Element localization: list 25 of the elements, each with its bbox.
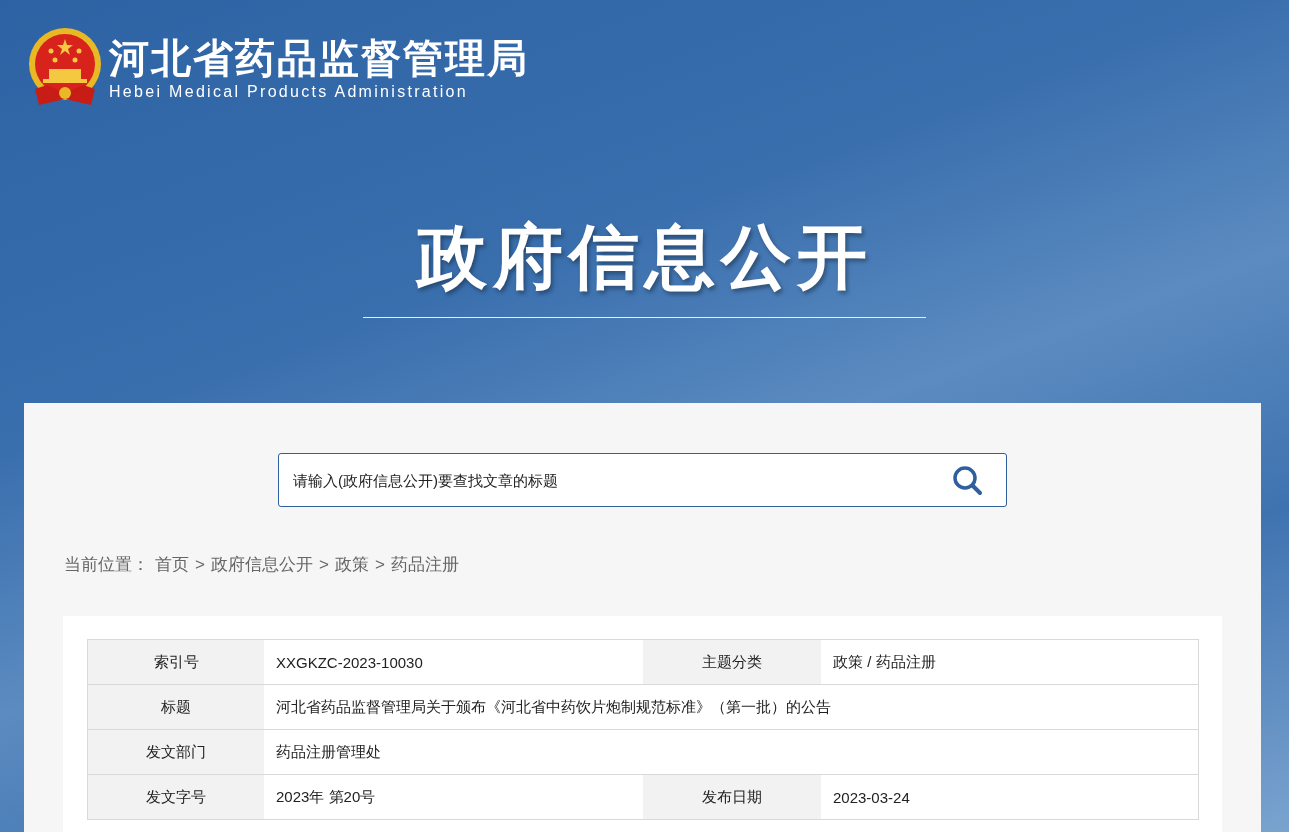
search-field[interactable]: 请输入(政府信息公开)要查找文章的标题: [278, 453, 1007, 507]
field-label: 发文部门: [88, 730, 264, 774]
field-value: 药品注册管理处: [275, 741, 382, 762]
field-value: 政策 / 药品注册: [832, 651, 937, 672]
banner-title: 政府信息公开: [416, 217, 873, 297]
site-subtitle: Hebei Medical Products Administration: [109, 83, 469, 101]
breadcrumb-separator: >: [374, 554, 385, 575]
breadcrumb-link[interactable]: 政策: [334, 553, 369, 576]
field-value: 河北省药品监督管理局关于颁布《河北省中药饮片炮制规范标准》（第一批）的公告: [275, 696, 832, 717]
breadcrumb-link[interactable]: 药品注册: [390, 553, 459, 576]
field-label: 主题分类: [643, 640, 821, 684]
field-value: XXGKZC-2023-10030: [275, 652, 424, 673]
field-value: 2023-03-24: [832, 787, 911, 808]
breadcrumb-link[interactable]: 政府信息公开: [210, 553, 313, 576]
breadcrumb-separator: >: [195, 554, 205, 575]
field-label: 发文字号: [88, 775, 264, 819]
breadcrumb-label: 当前位置：: [64, 554, 149, 576]
field-label: 发布日期: [643, 775, 821, 819]
search-icon[interactable]: [951, 464, 983, 496]
breadcrumb-link[interactable]: 首页: [155, 553, 189, 576]
field-label: 标题: [88, 685, 264, 729]
field-value: 2023年 第20号: [275, 786, 377, 807]
breadcrumb-separator: >: [318, 554, 329, 575]
site-title: 河北省药品监督管理局: [109, 35, 529, 81]
field-label: 索引号: [88, 640, 264, 684]
